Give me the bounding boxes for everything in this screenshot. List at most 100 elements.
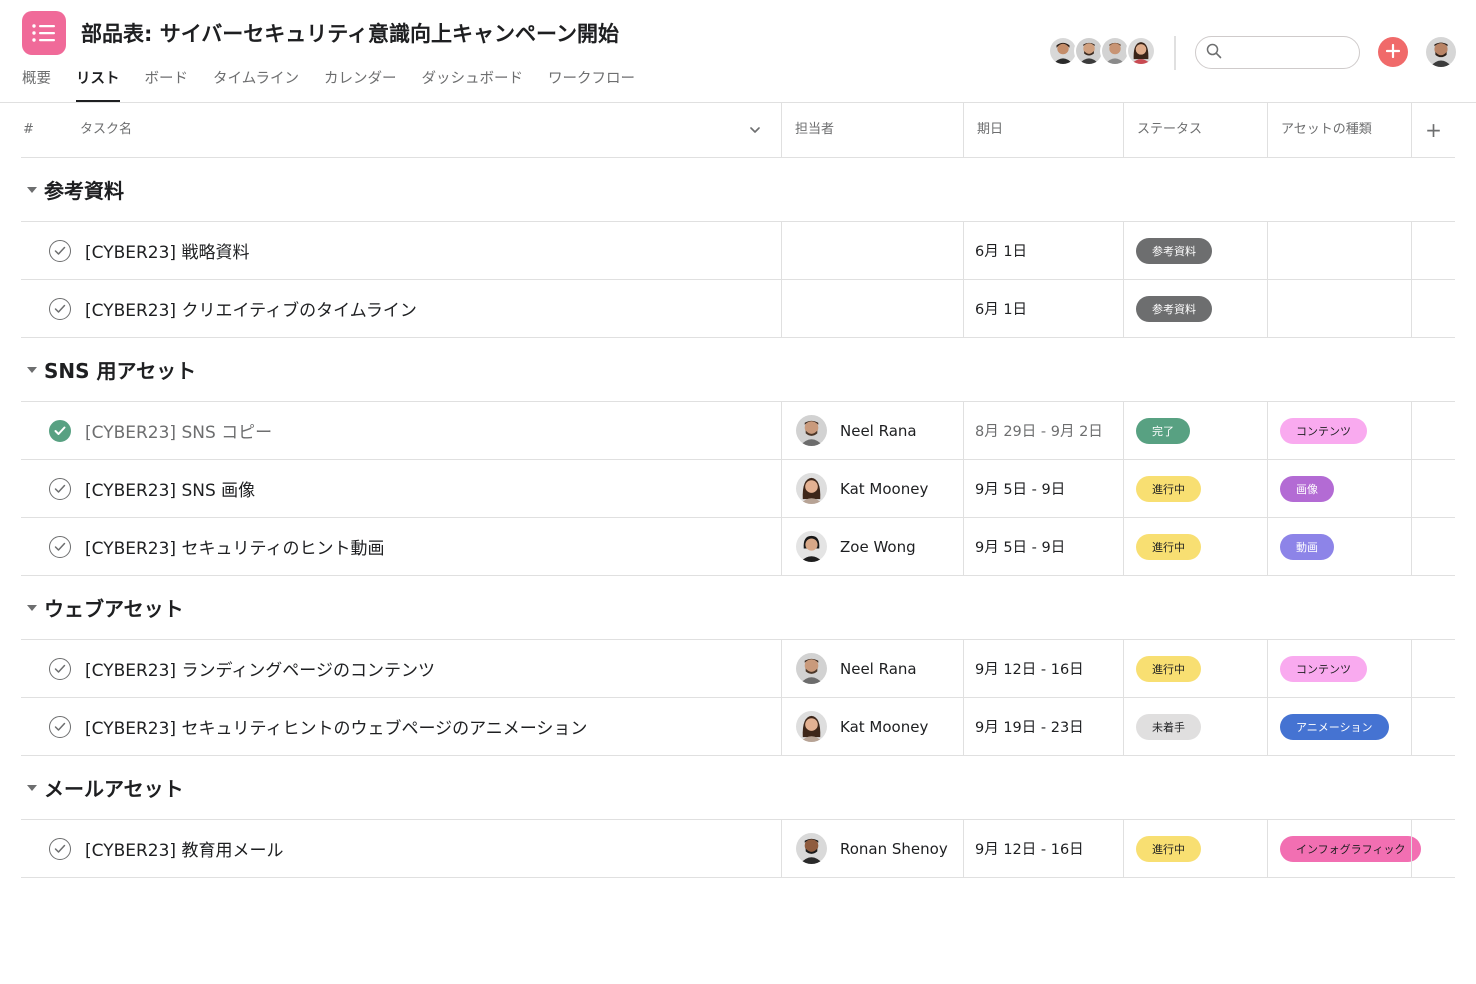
due-date-cell[interactable]: 8月 29日 - 9月 2日: [963, 402, 1123, 459]
check-circle-icon[interactable]: [49, 239, 71, 262]
chevron-down-icon[interactable]: [749, 123, 761, 137]
asset-type-badge[interactable]: インフォグラフィック: [1280, 835, 1422, 862]
add-button[interactable]: [1378, 37, 1408, 67]
status-cell[interactable]: 進行中: [1123, 640, 1267, 697]
caret-down-icon[interactable]: [21, 784, 43, 792]
user-avatar[interactable]: [1426, 37, 1456, 67]
task-name[interactable]: [CYBER23] SNS コピー: [85, 418, 272, 443]
due-date-cell[interactable]: 6月 1日: [963, 222, 1123, 279]
check-circle-icon[interactable]: [49, 535, 71, 558]
status-badge[interactable]: 参考資料: [1136, 237, 1212, 264]
table-row[interactable]: [CYBER23] セキュリティのヒント動画 Zoe Wong 9月 5日 - 9日…: [21, 518, 1455, 576]
due-date-cell[interactable]: 9月 12日 - 16日: [963, 640, 1123, 697]
project-members[interactable]: [1048, 36, 1156, 68]
status-cell[interactable]: 完了: [1123, 402, 1267, 459]
status-badge[interactable]: 完了: [1136, 417, 1190, 444]
asset-type-cell[interactable]: コンテンツ: [1267, 402, 1411, 459]
task-name[interactable]: [CYBER23] クリエイティブのタイムライン: [85, 296, 417, 321]
assignee-cell[interactable]: [781, 222, 963, 279]
status-badge[interactable]: 進行中: [1136, 533, 1201, 560]
task-name-cell: [CYBER23] 戦略資料: [21, 222, 781, 279]
check-circle-icon[interactable]: [49, 297, 71, 320]
tab-board[interactable]: ボード: [145, 66, 189, 102]
assignee-cell[interactable]: Neel Rana: [781, 402, 963, 459]
assignee-cell[interactable]: Kat Mooney: [781, 698, 963, 755]
asset-type-badge[interactable]: コンテンツ: [1280, 417, 1367, 444]
assignee-cell[interactable]: Zoe Wong: [781, 518, 963, 575]
table-row[interactable]: [CYBER23] SNS 画像 Kat Mooney 9月 5日 - 9日 進行中 画…: [21, 460, 1455, 518]
task-name[interactable]: [CYBER23] ランディングページのコンテンツ: [85, 656, 435, 681]
tab-workflow[interactable]: ワークフロー: [548, 66, 635, 102]
tab-timeline[interactable]: タイムライン: [213, 66, 299, 102]
asset-type-cell[interactable]: アニメーション: [1267, 698, 1411, 755]
assignee-cell[interactable]: Kat Mooney: [781, 460, 963, 517]
task-name[interactable]: [CYBER23] SNS 画像: [85, 476, 255, 501]
asset-type-cell[interactable]: 動画: [1267, 518, 1411, 575]
table-row[interactable]: [CYBER23] ランディングページのコンテンツ Neel Rana 9月 12日…: [21, 640, 1455, 698]
table-row[interactable]: [CYBER23] 教育用メール Ronan Shenoy 9月 12日 - 16日…: [21, 820, 1455, 878]
check-circle-icon[interactable]: [49, 837, 71, 860]
status-cell[interactable]: 未着手: [1123, 698, 1267, 755]
column-asset-type[interactable]: アセットの種類: [1267, 103, 1411, 157]
asset-type-badge[interactable]: 動画: [1280, 533, 1334, 560]
asset-type-cell[interactable]: コンテンツ: [1267, 640, 1411, 697]
section-title[interactable]: ウェブアセット: [44, 593, 184, 622]
status-badge[interactable]: 未着手: [1136, 713, 1201, 740]
check-circle-icon[interactable]: [49, 477, 71, 500]
search-input[interactable]: [1228, 45, 1348, 60]
status-badge[interactable]: 進行中: [1136, 475, 1201, 502]
section-title[interactable]: メールアセット: [44, 773, 184, 802]
due-date-cell[interactable]: 9月 5日 - 9日: [963, 460, 1123, 517]
table-row[interactable]: [CYBER23] クリエイティブのタイムライン 6月 1日 参考資料: [21, 280, 1455, 338]
section-title[interactable]: SNS 用アセット: [44, 355, 196, 384]
status-cell[interactable]: 参考資料: [1123, 280, 1267, 337]
task-name[interactable]: [CYBER23] セキュリティのヒント動画: [85, 534, 384, 559]
tab-list[interactable]: リスト: [76, 66, 120, 102]
table-row[interactable]: [CYBER23] 戦略資料 6月 1日 参考資料: [21, 222, 1455, 280]
status-cell[interactable]: 参考資料: [1123, 222, 1267, 279]
table-row[interactable]: [CYBER23] セキュリティヒントのウェブページのアニメーション Kat Mo…: [21, 698, 1455, 756]
due-date-cell[interactable]: 6月 1日: [963, 280, 1123, 337]
task-name[interactable]: [CYBER23] 教育用メール: [85, 836, 283, 861]
due-date-cell[interactable]: 9月 5日 - 9日: [963, 518, 1123, 575]
project-list-icon[interactable]: [22, 11, 66, 55]
column-assignee[interactable]: 担当者: [781, 103, 963, 157]
assignee-cell[interactable]: Neel Rana: [781, 640, 963, 697]
member-avatar[interactable]: [1126, 36, 1156, 66]
column-status[interactable]: ステータス: [1123, 103, 1267, 157]
status-badge[interactable]: 参考資料: [1136, 295, 1212, 322]
asset-type-badge[interactable]: コンテンツ: [1280, 655, 1367, 682]
tab-dashboard[interactable]: ダッシュボード: [422, 66, 524, 102]
status-cell[interactable]: 進行中: [1123, 460, 1267, 517]
caret-down-icon[interactable]: [21, 186, 43, 194]
caret-down-icon[interactable]: [21, 604, 43, 612]
asset-type-cell[interactable]: 画像: [1267, 460, 1411, 517]
task-name[interactable]: [CYBER23] 戦略資料: [85, 238, 249, 263]
status-badge[interactable]: 進行中: [1136, 835, 1201, 862]
status-cell[interactable]: 進行中: [1123, 518, 1267, 575]
check-circle-icon[interactable]: [49, 715, 71, 738]
section-title[interactable]: 参考資料: [44, 175, 124, 204]
add-column-button[interactable]: +: [1411, 103, 1455, 157]
table-row[interactable]: [CYBER23] SNS コピー Neel Rana 8月 29日 - 9月 2日…: [21, 402, 1455, 460]
tab-overview[interactable]: 概要: [22, 66, 51, 102]
asset-type-badge[interactable]: 画像: [1280, 475, 1334, 502]
status-badge[interactable]: 進行中: [1136, 655, 1201, 682]
check-circle-filled-icon[interactable]: [49, 419, 71, 442]
column-task-name[interactable]: タスク名: [80, 103, 132, 157]
asset-type-badge[interactable]: アニメーション: [1280, 713, 1389, 740]
search-field[interactable]: [1195, 36, 1360, 69]
asset-type-cell[interactable]: インフォグラフィック: [1267, 820, 1422, 877]
assignee-cell[interactable]: Ronan Shenoy: [781, 820, 963, 877]
check-circle-icon[interactable]: [49, 657, 71, 680]
tab-calendar[interactable]: カレンダー: [324, 66, 397, 102]
caret-down-icon[interactable]: [21, 366, 43, 374]
column-due-date[interactable]: 期日: [963, 103, 1123, 157]
task-name[interactable]: [CYBER23] セキュリティヒントのウェブページのアニメーション: [85, 714, 587, 739]
asset-type-cell[interactable]: [1267, 280, 1411, 337]
asset-type-cell[interactable]: [1267, 222, 1411, 279]
status-cell[interactable]: 進行中: [1123, 820, 1267, 877]
due-date-cell[interactable]: 9月 12日 - 16日: [963, 820, 1123, 877]
due-date-cell[interactable]: 9月 19日 - 23日: [963, 698, 1123, 755]
assignee-cell[interactable]: [781, 280, 963, 337]
